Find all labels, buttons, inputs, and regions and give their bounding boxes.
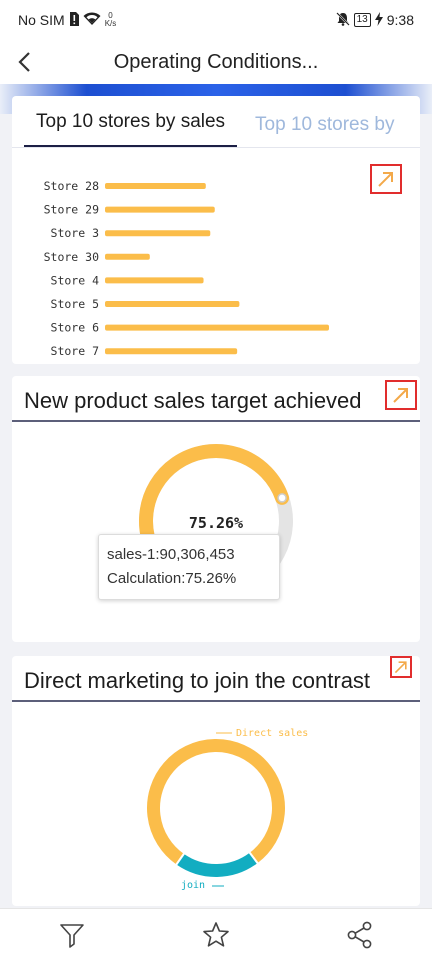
share-button[interactable] [330, 909, 390, 960]
target-gauge-chart: 75.26% [139, 444, 293, 582]
mute-bell-icon [335, 11, 350, 29]
bar-category-label: Store 29 [44, 203, 99, 217]
gauge-tooltip: sales-1:90,306,453 Calculation:75.26% [98, 534, 280, 600]
favorite-button[interactable] [186, 909, 246, 960]
charging-bolt-icon [374, 11, 383, 29]
sim-alert-icon [69, 11, 79, 29]
bar-store-28[interactable] [105, 183, 206, 189]
card-title: Direct marketing to join the contrast [24, 668, 371, 693]
wifi-icon [83, 11, 101, 29]
status-right: 13 9:38 [335, 11, 414, 29]
app-header: Operating Conditions... [0, 40, 432, 84]
expand-button[interactable] [390, 656, 412, 678]
bar-category-label: Store 6 [51, 321, 100, 335]
slice-label-direct-sales: Direct sales [236, 728, 308, 739]
bar-category-label: Store 4 [51, 273, 100, 287]
tab-top-stores-by-sales[interactable]: Top 10 stores by sales [24, 111, 238, 148]
expand-arrow-icon [393, 388, 408, 403]
tooltip-line-sales: sales-1:90,306,453 [107, 546, 235, 563]
chart-tabs: Top 10 stores by sales Top 10 stores by [12, 96, 420, 148]
bar-category-label: Store 5 [51, 297, 99, 311]
slice-label-join: join [181, 880, 205, 891]
share-icon [347, 921, 372, 948]
bar-store-7[interactable] [105, 348, 238, 355]
title-divider [12, 420, 420, 422]
status-bar: No SIM 0 K/s 13 9:38 [0, 0, 432, 40]
bottom-toolbar [0, 908, 432, 960]
bar-store-29[interactable] [105, 206, 215, 213]
tab-top-stores-second[interactable]: Top 10 stores by [237, 114, 406, 148]
status-left: No SIM 0 K/s [18, 11, 117, 29]
net-speed: 0 K/s [105, 12, 117, 28]
tooltip-line-calculation: Calculation:75.26% [107, 570, 237, 587]
expand-button[interactable] [385, 380, 417, 410]
bar-store-6[interactable] [105, 324, 329, 331]
bar-store-3[interactable] [105, 230, 211, 237]
bar-category-label: Store 30 [44, 250, 99, 264]
gauge-pointer [277, 493, 287, 503]
slice-join[interactable] [174, 850, 260, 879]
net-speed-unit: K/s [104, 19, 117, 28]
filter-button[interactable] [42, 909, 102, 960]
battery-indicator: 13 [353, 13, 371, 27]
bar-store-4[interactable] [105, 277, 204, 284]
clock-time: 9:38 [386, 12, 414, 28]
chevron-left-icon [18, 52, 30, 72]
expand-arrow-icon [394, 661, 407, 674]
top-stores-card: Top 10 stores by sales Top 10 stores by … [12, 96, 420, 364]
stores-bar-chart: Store 28 Store 29 Store 3 Store 30 Store 4 St… [44, 179, 329, 358]
title-divider [12, 700, 420, 702]
direct-vs-join-donut-chart: Direct sales join [145, 728, 308, 891]
slice-direct-sales[interactable] [145, 737, 287, 867]
bar-category-label: Store 7 [51, 344, 100, 358]
bar-store-30[interactable] [105, 253, 150, 260]
carrier-text: No SIM [18, 12, 65, 28]
gauge-center-value: 75.26% [189, 514, 243, 532]
filter-icon [60, 923, 84, 948]
bar-category-label: Store 28 [44, 179, 99, 193]
new-product-target-card: New product sales target achieved 75.26%… [12, 376, 420, 642]
bar-store-5[interactable] [105, 301, 240, 307]
page-title: Operating Conditions... [113, 50, 319, 73]
direct-marketing-card: Direct marketing to join the contrast Di… [12, 656, 420, 906]
back-button[interactable] [0, 40, 48, 84]
star-icon [203, 921, 229, 947]
card-title: New product sales target achieved [24, 388, 362, 413]
bar-category-label: Store 3 [51, 226, 100, 240]
